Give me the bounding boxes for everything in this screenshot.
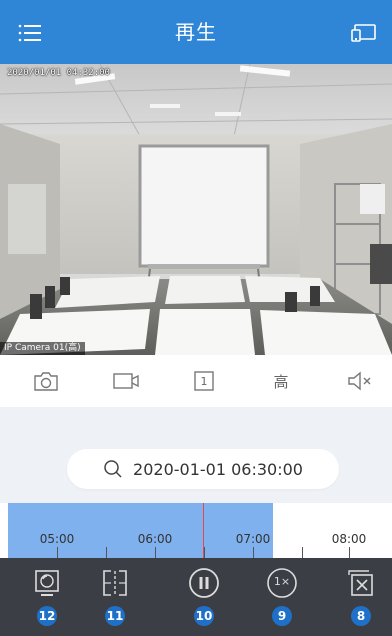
split-view-icon [103,570,127,596]
display-mode-button[interactable]: 12 [28,566,66,636]
speed-label: 1× [273,575,291,588]
split-view-button[interactable]: 11 [96,566,134,636]
app-header: 再生 [0,0,392,64]
speaker-mute-icon [348,371,371,391]
page-title: 再生 [175,20,217,44]
timeline-label: 07:00 [235,532,271,546]
timeline-tick [155,547,156,558]
cast-button[interactable] [344,18,384,48]
pause-button[interactable]: 10 [185,566,223,636]
timeline-label: 06:00 [137,532,173,546]
annotation-badge: 11 [105,606,125,626]
mute-button[interactable] [342,363,378,399]
quality-button[interactable]: 高 [263,363,299,399]
camera-label: IP Camera 01(高) [0,342,85,355]
playback-controls: 1 高 [0,355,392,407]
bottom-toolbar: 12 11 10 1× 9 8 [0,558,392,636]
recorded-segment [8,503,273,558]
display-mode-icon [35,570,59,596]
video-timestamp: 2020/01/01 04:32:00 [7,68,110,78]
timeline-label: 08:00 [331,532,367,546]
cast-icon [351,24,376,42]
annotation-badge: 9 [272,606,292,626]
video-player[interactable]: 2020/01/01 04:32:00 IP Camera 01(高) [0,64,392,355]
timeline-tick [302,547,303,558]
search-datetime: 2020-01-01 06:30:00 [133,459,303,479]
channel-number: 1 [200,374,208,388]
datetime-search-field[interactable]: 2020-01-01 06:30:00 [67,449,339,489]
close-window-button[interactable]: 8 [342,566,380,636]
timeline-label: 05:00 [39,532,75,546]
annotation-badge: 10 [194,606,214,626]
channel-button[interactable]: 1 [186,363,222,399]
search-icon [104,460,122,478]
timeline-scrubber[interactable]: 05:00 06:00 07:00 08:00 [0,503,392,558]
search-area: 2020-01-01 06:30:00 [0,407,392,503]
snapshot-button[interactable] [28,363,64,399]
timeline-tick [349,547,350,558]
record-button[interactable] [108,363,144,399]
timeline-tick [204,547,205,558]
pause-icon [189,568,219,598]
camera-icon [34,372,58,391]
timeline-tick [106,547,107,558]
annotation-badge: 8 [351,606,371,626]
annotation-badge: 12 [37,606,57,626]
timeline-tick [253,547,254,558]
timeline-tick [57,547,58,558]
video-frame [0,64,392,355]
speed-button[interactable]: 1× 9 [263,566,301,636]
close-window-icon [348,570,373,596]
video-record-icon [113,373,139,389]
